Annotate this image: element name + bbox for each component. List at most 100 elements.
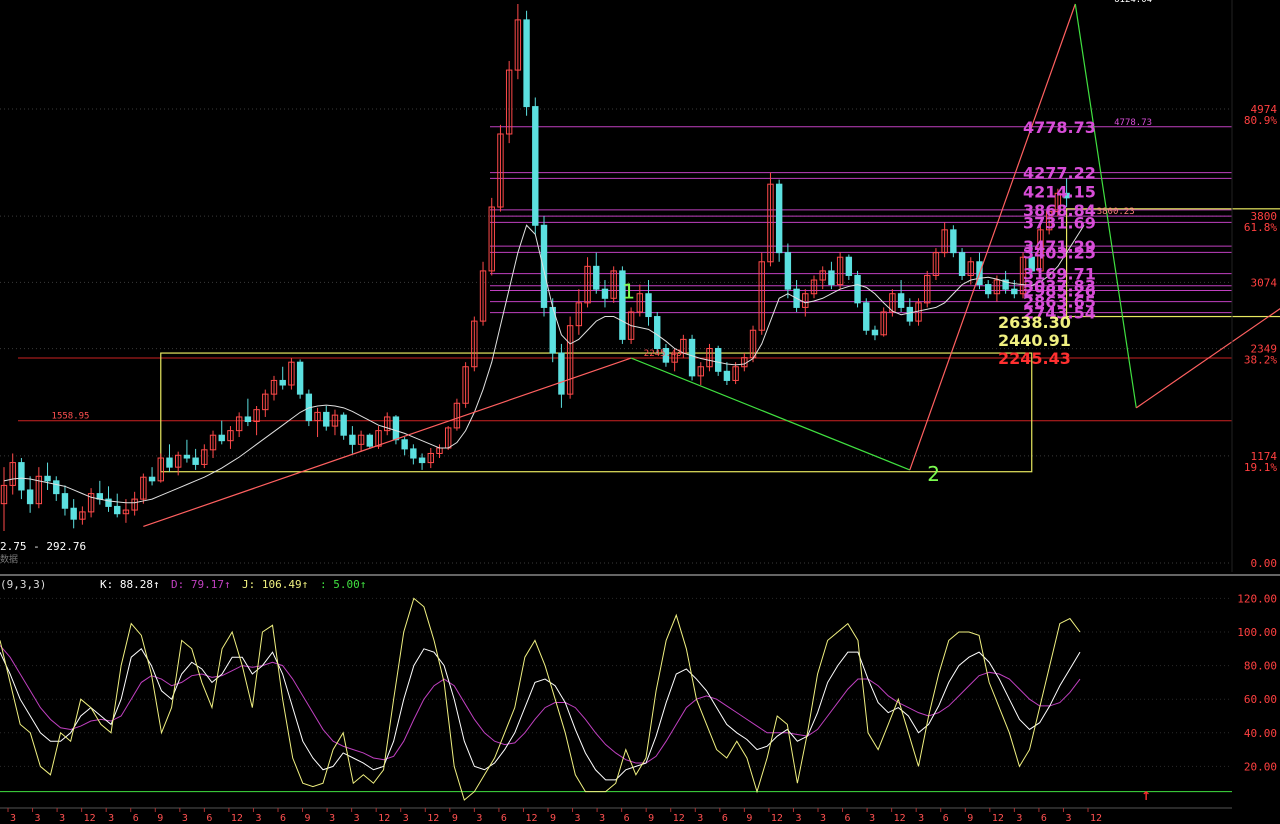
kdj-axis-tick: 60.00 [1244,693,1277,706]
fib-level-label: 2245.43 [998,349,1071,368]
x-axis-label: 12 [525,813,537,824]
price-axis-tick: 0.00 [1251,557,1278,570]
indicator-params: (9,3,3) [0,578,46,591]
x-axis-label: 12 [1090,813,1102,824]
candle-body [558,352,565,395]
kdj-axis-tick: 80.00 [1244,660,1277,673]
fib-level-label: 2440.91 [998,331,1071,350]
x-axis-label: 3 [354,813,360,824]
x-axis-label: 3 [1016,813,1022,824]
fib-percent-label: 80.9% [1244,114,1277,127]
x-axis-label: 3 [476,813,482,824]
x-axis-label: 3 [820,813,826,824]
wave-number-label: 2 [927,462,940,486]
candle-body [26,489,34,505]
x-axis-label: 3 [59,813,65,824]
fib-level-label: 4277.22 [1023,164,1096,183]
candle-body [192,457,199,465]
candle-body [418,457,426,464]
candle-body [61,493,69,509]
candle-body [950,229,957,254]
candle-body [401,439,408,450]
x-axis-label: 3 [10,813,16,824]
candle-body [897,293,905,308]
x-axis-label: 3 [182,813,188,824]
signal-arrow: ↑ [1141,789,1151,803]
candle-body [114,505,121,515]
x-axis-label: 3 [697,813,703,824]
candle-body [349,434,356,445]
candle-body [218,434,225,442]
candle-body [183,454,191,459]
candle-body [410,448,417,459]
x-axis-label: 6 [133,813,139,824]
x-axis-label: 9 [648,813,654,824]
kdj-axis-tick: 120.00 [1237,592,1277,605]
candle-body [654,316,661,349]
candle-body [70,507,77,520]
candle-body [714,347,722,372]
x-axis-label: 12 [84,813,96,824]
candle-body [828,270,835,286]
candle-body [18,462,25,491]
fib-level-label: 2638.30 [998,313,1071,332]
fib-level-label: 4214.15 [1023,182,1096,201]
price-annotation: 3800.23 [1097,207,1135,217]
x-axis-label: 9 [967,813,973,824]
candle-body [44,475,51,482]
kdj-legend-item: : 5.00↑ [320,578,366,591]
candle-body [854,274,861,304]
x-axis-label: 3 [918,813,924,824]
x-axis-label: 3 [869,813,875,824]
candle-body [166,457,173,468]
x-axis-label: 12 [378,813,390,824]
x-axis-label: 6 [722,813,728,824]
x-axis-label: 9 [305,813,311,824]
wave-number-label: 1 [622,279,635,303]
price-annotation: 4778.73 [1114,118,1152,128]
candle-body [593,265,600,290]
x-axis-label: 3 [599,813,605,824]
price-annotation: 6124.04 [1114,0,1152,5]
x-axis-label: 3 [575,813,581,824]
candle-body [340,414,347,436]
candle-body [863,302,870,331]
price-annotation: 2245.43 [644,349,682,359]
candle-body [645,293,652,318]
x-axis-label: 6 [206,813,212,824]
x-axis-label: 3 [35,813,41,824]
x-axis-label: 6 [943,813,949,824]
kdj-legend-item: D: 79.17↑ [171,578,231,591]
x-axis-label: 9 [746,813,752,824]
candle-body [523,19,530,108]
x-axis-label: 12 [894,813,906,824]
x-axis-label: 12 [771,813,783,824]
range-label: 2.75 - 292.76 [0,540,86,553]
fib-percent-label: 38.2% [1244,354,1277,367]
x-axis-label: 3 [795,813,801,824]
x-axis-label: 12 [427,813,439,824]
candle-body [540,224,548,308]
x-axis-label: 12 [673,813,685,824]
x-axis-label: 6 [501,813,507,824]
fib-level-label: 3403.25 [1023,243,1096,262]
x-axis-label: 9 [550,813,556,824]
kdj-axis-tick: 40.00 [1244,727,1277,740]
candle-body [723,370,731,381]
kdj-legend-item: K: 88.28↑ [100,578,160,591]
candle-body [279,379,286,386]
candle-body [148,476,156,482]
x-axis-label: 3 [108,813,114,824]
x-axis-label: 9 [157,813,163,824]
fib-percent-label: 61.8% [1244,221,1277,234]
x-axis-label: 3 [1065,813,1071,824]
x-axis-label: 6 [1041,813,1047,824]
fib-level-label: 3731.69 [1023,213,1096,232]
candle-body [775,183,783,254]
candle-body [906,306,914,322]
candle-body [784,252,792,290]
x-axis-label: 12 [231,813,243,824]
stock-chart: 6124.04 1558.95 2245.43 4778.73 3800.23 4277.… [0,0,1280,824]
x-axis-label: 3 [255,813,261,824]
candle-body [1011,288,1018,295]
